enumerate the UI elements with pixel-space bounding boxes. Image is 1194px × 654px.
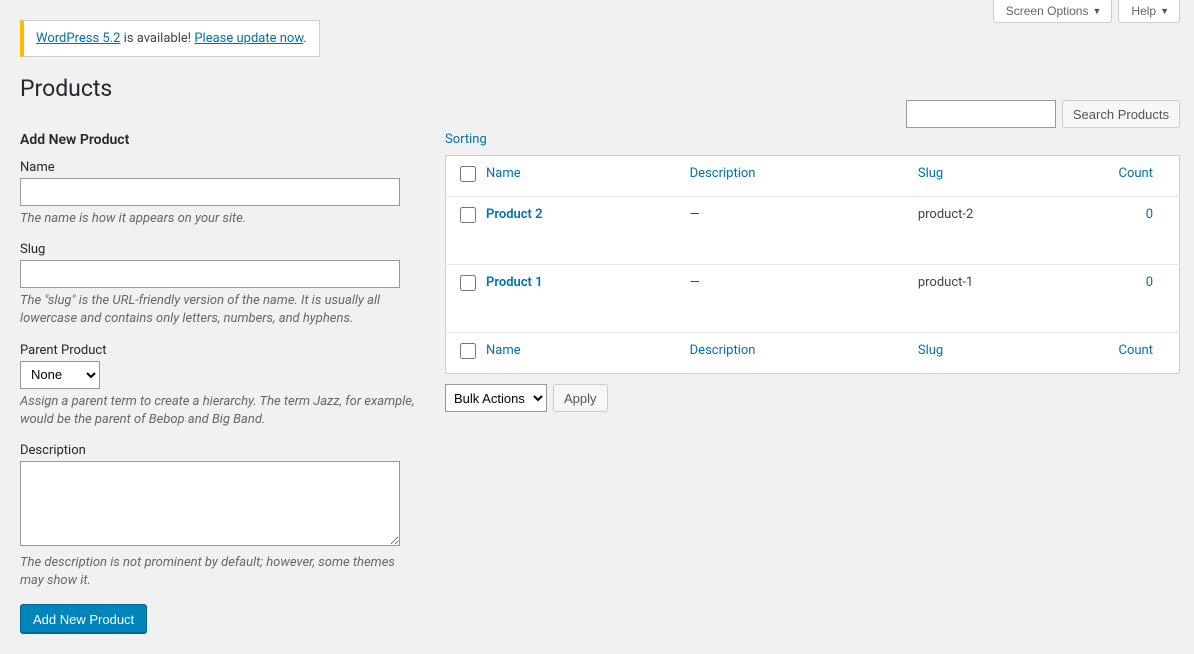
row-description: — xyxy=(680,265,908,333)
product-name-link[interactable]: Product 1 xyxy=(486,275,543,290)
row-description: — xyxy=(680,197,908,265)
row-slug: product-2 xyxy=(908,197,1109,265)
update-notice: WordPress 5.2 is available! Please updat… xyxy=(20,20,320,57)
notice-text-1: is available! xyxy=(120,31,194,46)
col-slug-footer[interactable]: Slug xyxy=(908,333,1109,374)
col-count-footer[interactable]: Count xyxy=(1109,333,1180,374)
help-tab[interactable]: Help ▼ xyxy=(1118,0,1180,23)
wordpress-version-link[interactable]: WordPress 5.2 xyxy=(36,31,120,46)
col-count-header[interactable]: Count xyxy=(1109,156,1180,197)
parent-select[interactable]: None xyxy=(20,361,100,389)
name-input[interactable] xyxy=(20,178,400,206)
description-label: Description xyxy=(20,443,415,458)
screen-options-tab[interactable]: Screen Options ▼ xyxy=(993,0,1113,23)
row-checkbox[interactable] xyxy=(460,207,476,223)
search-input[interactable] xyxy=(906,100,1056,128)
col-name-footer[interactable]: Name xyxy=(476,333,680,374)
products-table: Name Description Slug Count Product 2 — … xyxy=(445,155,1180,374)
bulk-actions-select[interactable]: Bulk Actions xyxy=(445,384,547,412)
select-all-bottom-checkbox[interactable] xyxy=(460,343,476,359)
table-row: Product 2 — product-2 0 xyxy=(446,197,1180,265)
apply-button[interactable]: Apply xyxy=(553,384,608,412)
product-name-link[interactable]: Product 2 xyxy=(486,207,543,222)
parent-desc: Assign a parent term to create a hierarc… xyxy=(20,393,415,429)
slug-input[interactable] xyxy=(20,260,400,288)
row-count-link[interactable]: 0 xyxy=(1146,207,1153,222)
slug-desc: The "slug" is the URL-friendly version o… xyxy=(20,292,415,328)
row-slug: product-1 xyxy=(908,265,1109,333)
row-checkbox[interactable] xyxy=(460,275,476,291)
add-new-product-button[interactable]: Add New Product xyxy=(20,604,147,634)
help-label: Help xyxy=(1131,4,1156,18)
caret-down-icon: ▼ xyxy=(1160,6,1169,16)
caret-down-icon: ▼ xyxy=(1092,6,1101,16)
page-title: Products xyxy=(20,75,1194,102)
add-new-heading: Add New Product xyxy=(20,132,415,148)
slug-label: Slug xyxy=(20,242,415,257)
notice-text-2: . xyxy=(303,31,306,46)
row-count-link[interactable]: 0 xyxy=(1146,275,1153,290)
table-row: Product 1 — product-1 0 xyxy=(446,265,1180,333)
name-label: Name xyxy=(20,160,415,175)
col-name-header[interactable]: Name xyxy=(476,156,680,197)
parent-label: Parent Product xyxy=(20,343,415,358)
update-now-link[interactable]: Please update now xyxy=(194,31,303,46)
col-slug-header[interactable]: Slug xyxy=(908,156,1109,197)
col-description-footer[interactable]: Description xyxy=(680,333,908,374)
select-all-top-checkbox[interactable] xyxy=(460,166,476,182)
search-button[interactable]: Search Products xyxy=(1062,100,1180,128)
name-desc: The name is how it appears on your site. xyxy=(20,210,415,228)
description-desc: The description is not prominent by defa… xyxy=(20,554,415,590)
sorting-link[interactable]: Sorting xyxy=(445,132,487,147)
description-textarea[interactable] xyxy=(20,461,400,546)
col-description-header[interactable]: Description xyxy=(680,156,908,197)
screen-options-label: Screen Options xyxy=(1006,4,1089,18)
